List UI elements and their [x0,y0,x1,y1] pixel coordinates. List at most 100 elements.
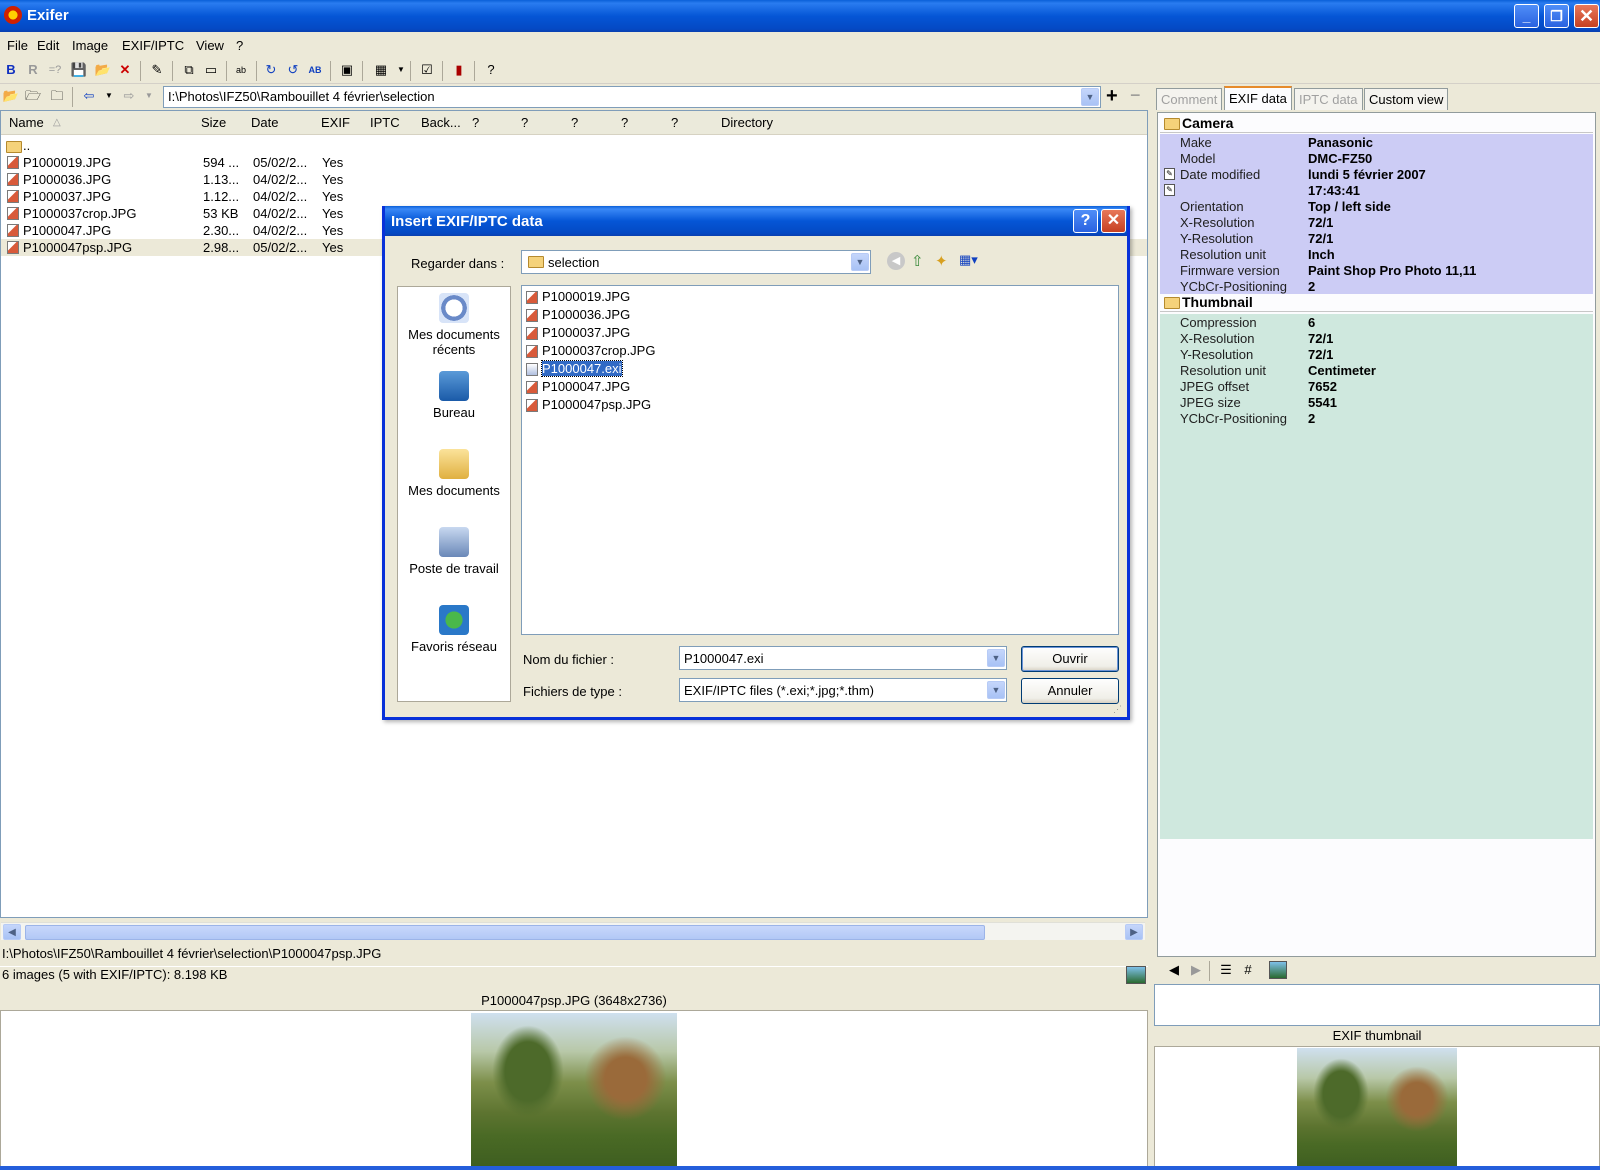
folder-tree-icon[interactable]: 🗁 [24,87,42,105]
open-button[interactable]: Ouvrir [1021,646,1119,672]
slideshow-icon[interactable]: ▣ [338,61,356,79]
place-my-documents[interactable]: Mes documents [398,449,510,498]
view-options-icon[interactable]: ▦ [372,61,390,79]
save-icon[interactable]: 💾 [70,61,88,79]
tab-custom-view[interactable]: Custom view [1364,88,1449,110]
menu-help[interactable]: ? [236,38,243,53]
scroll-right-icon[interactable]: ▶ [1125,924,1143,940]
tab-exif-data[interactable]: EXIF data [1224,86,1292,110]
cancel-button[interactable]: Annuler [1021,678,1119,704]
spell-icon[interactable]: AB [306,61,324,79]
rotate-left-icon[interactable]: ↻ [262,61,280,79]
hash-icon[interactable]: # [1239,961,1257,979]
compare-icon[interactable]: =? [46,61,64,79]
forward-icon[interactable]: ⇨ [120,87,138,105]
chevron-down-icon[interactable]: ▼ [851,253,869,271]
help-icon[interactable]: ? [482,61,500,79]
table-row[interactable]: P1000036.JPG 1.13... 04/02/2... Yes [1,171,1147,188]
menu-view[interactable]: View [196,38,224,53]
edit-icon[interactable]: ✎ [1164,184,1175,196]
open-icon[interactable]: 📂 [94,61,112,79]
place-my-computer[interactable]: Poste de travail [398,527,510,576]
next-icon[interactable]: ▶ [1187,961,1205,979]
plus-icon[interactable]: + [1106,85,1118,108]
column-date[interactable]: Date [251,115,278,130]
horizontal-scrollbar[interactable]: ◀ ▶ [1,922,1145,940]
parent-folder-row[interactable]: .. [1,138,1147,155]
list-item[interactable]: P1000037.JPG [526,325,630,342]
dialog-file-list[interactable]: P1000019.JPG P1000036.JPG P1000037.JPG P… [521,285,1119,635]
tab-iptc-data[interactable]: IPTC data [1294,88,1363,110]
dropdown-arrow-icon[interactable]: ▼ [392,61,410,79]
comment-box[interactable] [1154,984,1600,1026]
prev-icon[interactable]: ◀ [1165,961,1183,979]
menu-image[interactable]: Image [72,38,108,53]
look-in-combo[interactable]: selection ▼ [521,250,871,274]
maximize-button[interactable]: ❐ [1544,4,1569,28]
open-folder-icon[interactable]: 📂 [2,87,20,105]
column-backup[interactable]: Back... [421,115,461,130]
column-directory[interactable]: Directory [721,115,773,130]
filename-field[interactable]: P1000047.exi ▼ [679,646,1007,670]
menu-file[interactable]: File [7,38,28,53]
column-unknown-2[interactable]: ? [521,115,528,130]
column-unknown-5[interactable]: ? [671,115,678,130]
place-desktop[interactable]: Bureau [398,371,510,420]
dialog-close-button[interactable]: ✕ [1101,209,1126,233]
bold-b-icon[interactable]: B [2,61,20,79]
place-network[interactable]: Favoris réseau [398,605,510,654]
view-menu-icon[interactable]: ▦▾ [959,252,978,268]
scroll-left-icon[interactable]: ◀ [3,924,21,940]
checklist-icon[interactable]: ☑ [418,61,436,79]
copy-icon[interactable]: ⧉ [180,61,198,79]
list-item[interactable]: P1000047.JPG [526,379,630,396]
table-row[interactable]: P1000037.JPG 1.12... 04/02/2... Yes [1,188,1147,205]
image-view-icon[interactable] [1269,961,1287,979]
minus-icon[interactable]: − [1130,85,1141,106]
back-icon[interactable]: ◀ [887,252,905,270]
dialog-help-button[interactable]: ? [1073,209,1098,233]
table-row[interactable]: P1000019.JPG 594 ... 05/02/2... Yes [1,154,1147,171]
chevron-down-icon[interactable]: ▼ [987,649,1005,667]
place-recent[interactable]: Mes documents récents [398,293,510,357]
forward-dropdown-icon[interactable]: ▼ [140,87,158,105]
column-exif[interactable]: EXIF [321,115,350,130]
menu-edit[interactable]: Edit [37,38,59,53]
window-icon[interactable]: ▭ [202,61,220,79]
column-iptc[interactable]: IPTC [370,115,400,130]
new-folder-icon[interactable]: ✦ [935,252,948,270]
exit-icon[interactable]: ▮ [450,61,468,79]
filetype-select[interactable]: EXIF/IPTC files (*.exi;*.jpg;*.thm) ▼ [679,678,1007,702]
list-item[interactable]: P1000036.JPG [526,307,630,324]
back-dropdown-icon[interactable]: ▼ [100,87,118,105]
list-item[interactable]: P1000047psp.JPG [526,397,651,414]
image-view-icon[interactable] [1126,966,1146,984]
folder-up-icon[interactable]: 🗀 [48,87,66,105]
list-item-selected[interactable]: P1000047.exi [526,360,623,378]
edit-icon[interactable]: ✎ [1164,168,1175,180]
column-unknown-4[interactable]: ? [621,115,628,130]
r-icon[interactable]: R [24,61,42,79]
list-item[interactable]: P1000019.JPG [526,289,630,306]
minimize-button[interactable]: _ [1514,4,1539,28]
list-view-icon[interactable]: ☰ [1217,961,1235,979]
back-icon[interactable]: ⇦ [80,87,98,105]
resize-grip-icon[interactable]: ⋰ [1113,704,1122,715]
chevron-down-icon[interactable]: ▼ [987,681,1005,699]
column-size[interactable]: Size [201,115,226,130]
column-unknown-1[interactable]: ? [472,115,479,130]
close-button[interactable]: ✕ [1574,4,1599,28]
scroll-thumb[interactable] [25,925,985,940]
column-name[interactable]: Name [9,115,44,130]
list-item[interactable]: P1000037crop.JPG [526,343,655,360]
path-combo[interactable]: I:\Photos\IFZ50\Rambouillet 4 février\se… [163,86,1101,108]
folder-up-icon[interactable]: ⇧ [911,252,924,270]
menu-exif-iptc[interactable]: EXIF/IPTC [122,38,184,53]
column-unknown-3[interactable]: ? [571,115,578,130]
rename-icon[interactable]: ab [232,61,250,79]
rotate-right-icon[interactable]: ↺ [284,61,302,79]
tab-comment[interactable]: Comment [1156,88,1223,110]
camera-group-header[interactable]: Camera [1160,115,1593,133]
delete-icon[interactable]: ✕ [116,61,134,79]
thumbnail-group-header[interactable]: Thumbnail [1160,294,1593,312]
